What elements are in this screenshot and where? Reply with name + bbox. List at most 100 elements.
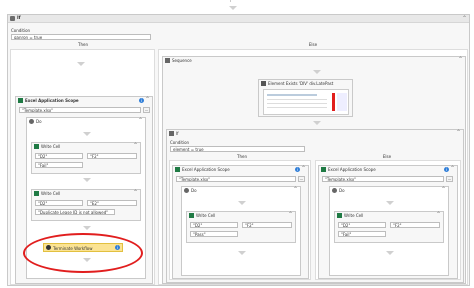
collapse-icon[interactable]: ⌃ [436,211,441,218]
collapse-icon[interactable]: ⌃ [450,165,455,172]
collapse-icon[interactable]: ⌃ [133,189,138,196]
excel-left-browse[interactable]: ... [143,107,150,113]
screenshot-panel [337,93,347,111]
excel-right-path[interactable]: "Template.xlsx" [322,176,444,182]
do-right-title: Do [339,188,345,193]
condition-input[interactable]: ganron = true [11,34,151,40]
excel-icon [18,98,23,103]
inner-then-branch[interactable]: Excel Application Scope i ⌃ "Template.xl… [169,160,311,280]
screenshot-row [267,107,327,108]
collapse-icon[interactable]: ⌃ [458,56,463,63]
else-branch[interactable]: Sequence ⌃ Element Exists 'DIV' div.Late… [158,49,468,285]
sequence-icon [165,58,170,63]
if-activity-inner[interactable]: If ⌃ Condition element = true Then Else … [166,129,464,283]
do-left[interactable]: Do ⌃ Write Cell ⌃ "D2" "F2" "Fail" Write… [23,117,146,279]
write-right-cell-a[interactable]: "D2" [338,222,386,228]
excel-left-header: Excel Application Scope i ⌃ [16,96,152,105]
inner-condition-input[interactable]: element = true [170,146,305,152]
then-drop-arrow[interactable] [77,62,85,66]
write-cell-mid[interactable]: Write Cell ⌃ "D2" "F2" "Pass" [186,211,296,243]
write-left-1-cell-b[interactable]: "F2" [87,153,137,159]
info-icon[interactable]: i [139,98,144,103]
write-cell-left-2[interactable]: Write Cell ⌃ "D2" "E2" "Duplicate Lease … [31,189,141,221]
if-activity-main[interactable]: If ⌃ Condition ganron = true Then Else E… [7,14,470,286]
element-exists-icon [261,81,266,86]
write-mid-value[interactable]: "Pass" [190,231,238,237]
excel-mid-browse[interactable]: ... [298,176,305,182]
then-branch[interactable]: Excel Application Scope i ⌃ "Template.xl… [10,49,155,285]
write-left-1-cell-a[interactable]: "D2" [35,153,83,159]
write-left-2-value[interactable]: "Duplicate Lease ID is not allowed" [35,209,115,215]
seq-drop-arrow-2[interactable] [313,121,321,125]
write-left-2-title: Write Cell [41,191,61,196]
screenshot-row [267,94,317,96]
write-cell-icon [189,213,194,218]
inner-condition-label: Condition [170,140,190,145]
write-left-2-cell-a[interactable]: "D2" [35,200,83,206]
if-main-title: If [17,16,21,21]
collapse-icon[interactable]: ⌃ [456,129,461,136]
excel-mid-header: Excel Application Scope i ⌃ [173,165,308,174]
collapse-icon[interactable]: ⌃ [293,186,298,193]
excel-mid-path[interactable]: "Template.xlsx" [176,176,296,182]
do-right-drop-arrow-2[interactable] [386,251,394,255]
do-left-drop-arrow-3[interactable] [83,226,91,230]
else-label: Else [308,42,318,47]
excel-left-path[interactable]: "Template.xlsx" [19,107,141,113]
write-cell-icon [337,213,342,218]
write-mid-cell-b[interactable]: "F2" [242,222,292,228]
do-left-drop-arrow-1[interactable] [83,132,91,136]
write-left-1-value[interactable]: "Fail" [35,162,83,168]
collapse-icon[interactable]: ⌃ [138,117,143,124]
do-icon [184,188,189,193]
element-exists-activity[interactable]: Element Exists 'DIV' div.LatePast [258,79,353,117]
do-left-header: Do ⌃ [27,117,145,126]
excel-right-browse[interactable]: ... [446,176,453,182]
excel-scope-right[interactable]: Excel Application Scope i ⌃ "Template.xl… [318,165,458,279]
annotation-circle [23,233,143,273]
terminate-workflow[interactable]: Terminate Workflow i [43,243,123,252]
collapse-icon[interactable]: ⌃ [441,186,446,193]
collapse-icon[interactable]: ⌃ [133,142,138,149]
do-mid-drop-arrow-2[interactable] [238,251,246,255]
excel-left-title: Excel Application Scope [25,98,79,103]
info-icon[interactable]: i [115,245,120,250]
excel-scope-mid[interactable]: Excel Application Scope i ⌃ "Template.xl… [172,165,309,279]
write-cell-right[interactable]: Write Cell ⌃ "D2" "F2" "Fail" [334,211,444,243]
write-cell-left-1[interactable]: Write Cell ⌃ "D2" "F2" "Fail" [31,142,141,174]
collapse-icon[interactable]: ⌃ [145,96,150,103]
sequence-title: Sequence [172,58,192,63]
excel-right-header: Excel Application Scope i ⌃ [319,165,457,174]
write-right-cell-b[interactable]: "F2" [390,222,440,228]
do-mid[interactable]: Do ⌃ Write Cell ⌃ "D2" "F2" "Pass" [181,186,301,276]
collapse-icon[interactable]: ⌃ [288,211,293,218]
write-right-value[interactable]: "Fail" [338,231,386,237]
terminate-icon [46,245,51,250]
info-icon[interactable]: i [444,167,449,172]
do-mid-drop-arrow-1[interactable] [238,201,246,205]
inner-then-label: Then [237,154,247,159]
collapse-icon[interactable]: ⌃ [301,165,306,172]
if-icon [10,16,15,21]
then-label: Then [78,42,88,47]
do-icon [29,119,34,124]
do-right-header: Do ⌃ [330,186,448,195]
write-left-1-title: Write Cell [41,144,61,149]
collapse-icon[interactable]: ⌃ [462,15,467,23]
do-right-drop-arrow-1[interactable] [386,201,394,205]
inner-else-branch[interactable]: Excel Application Scope i ⌃ "Template.xl… [315,160,461,280]
write-mid-cell-a[interactable]: "D2" [190,222,238,228]
seq-drop-arrow-1[interactable] [313,70,321,74]
info-icon[interactable]: i [295,167,300,172]
do-mid-header: Do ⌃ [182,186,300,195]
do-icon [332,188,337,193]
do-left-drop-arrow-4[interactable] [83,258,91,262]
element-exists-title: Element Exists 'DIV' div.LatePast [268,81,334,86]
screenshot-row [267,103,327,104]
do-right[interactable]: Do ⌃ Write Cell ⌃ "D2" "F2" "Fail" [329,186,449,276]
excel-scope-left[interactable]: Excel Application Scope i ⌃ "Template.xl… [15,96,153,284]
do-left-drop-arrow-2[interactable] [83,178,91,182]
sequence-activity[interactable]: Sequence ⌃ Element Exists 'DIV' div.Late… [162,56,466,284]
top-drop-arrow[interactable] [229,6,237,10]
write-left-2-cell-b[interactable]: "E2" [87,200,137,206]
